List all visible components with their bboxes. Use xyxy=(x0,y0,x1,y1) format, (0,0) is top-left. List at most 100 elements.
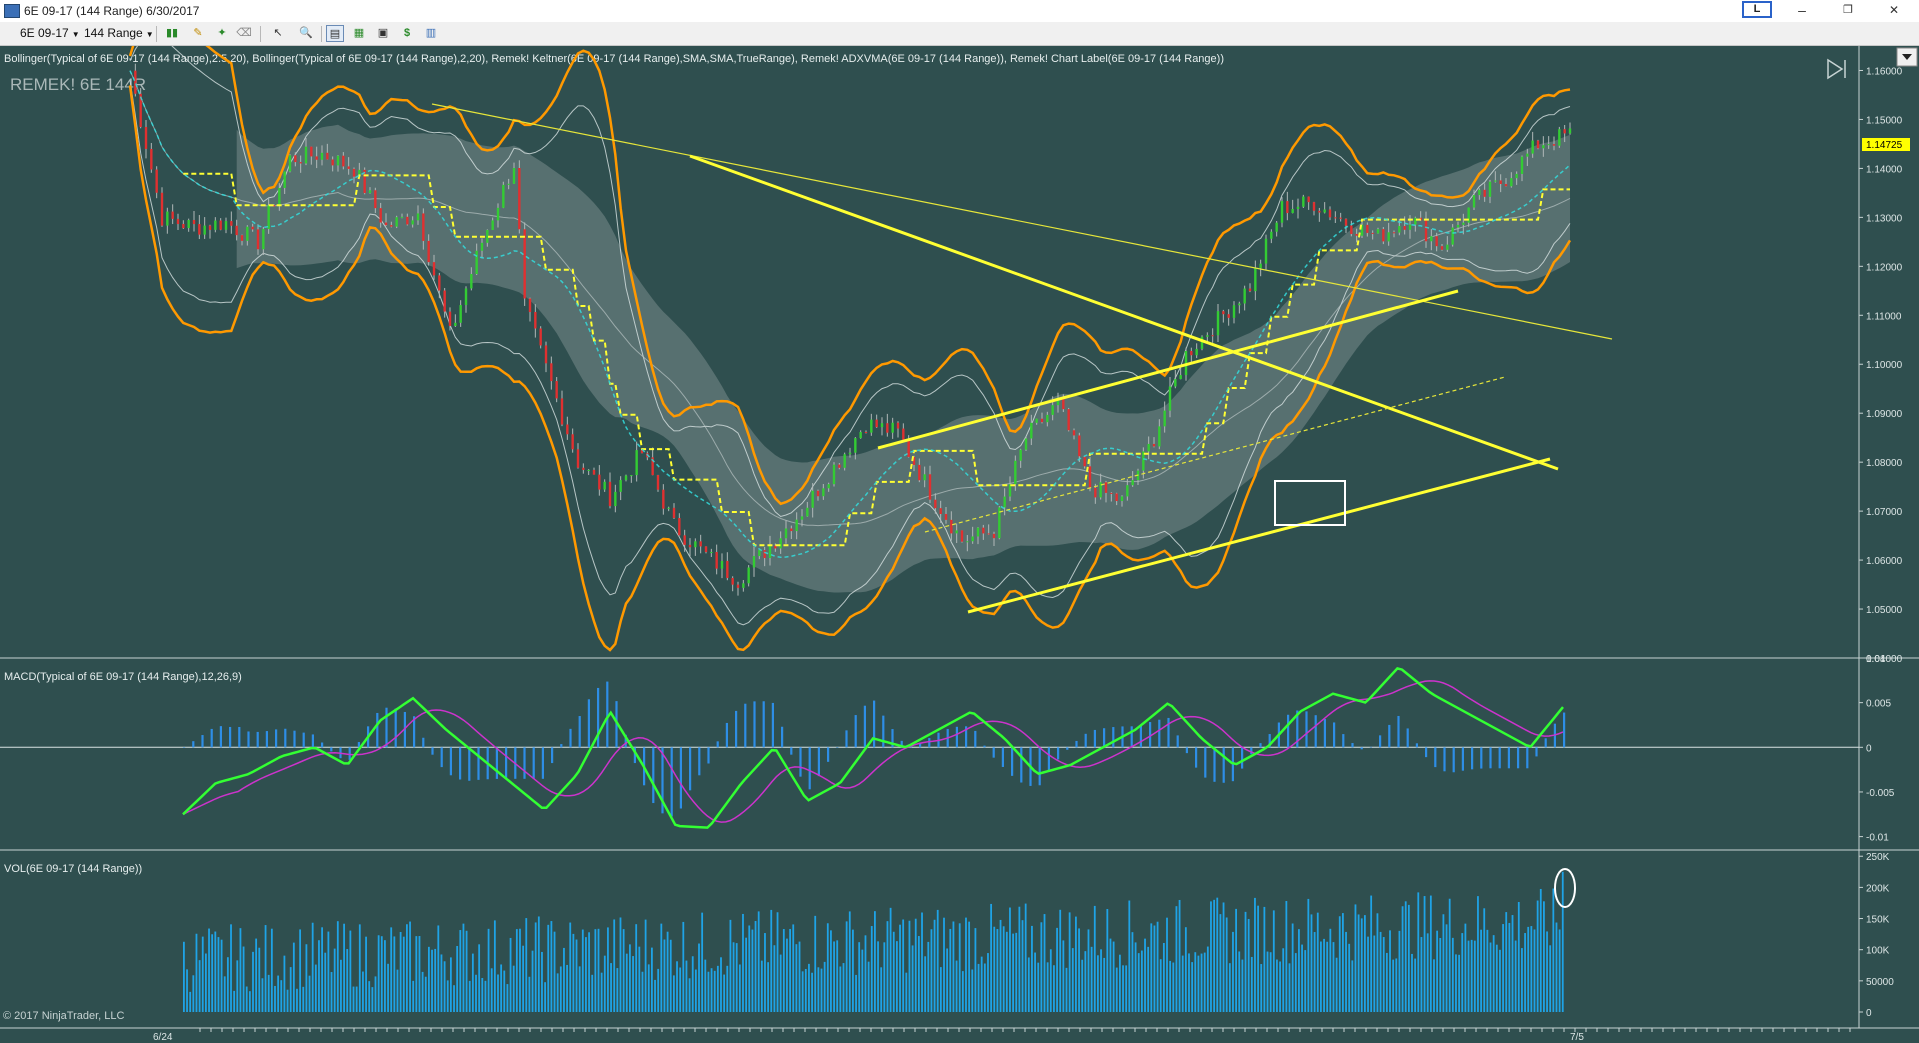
toolbar-divider xyxy=(156,26,157,42)
macd-histogram-bar xyxy=(210,728,213,748)
restore-button[interactable]: ❐ xyxy=(1825,0,1871,22)
volume-bar xyxy=(672,975,675,1012)
candle-body xyxy=(896,422,900,429)
candle-body xyxy=(1430,236,1433,242)
macd-histogram-bar xyxy=(1139,724,1142,748)
candle-body xyxy=(704,546,708,553)
interval-selector[interactable]: 144 Range ▼ xyxy=(82,25,156,42)
volume-highlight-ellipse xyxy=(1554,868,1576,908)
candle-body xyxy=(1515,173,1518,179)
volume-bar xyxy=(396,969,399,1012)
volume-bar xyxy=(399,931,402,1012)
volume-bar xyxy=(855,974,857,1012)
macd-histogram-bar xyxy=(256,731,259,748)
candle-body xyxy=(576,449,580,468)
volume-bar xyxy=(258,947,261,1012)
volume-bar xyxy=(355,986,358,1012)
volume-bar xyxy=(1009,907,1011,1012)
candle-body xyxy=(464,288,468,306)
volume-bar xyxy=(698,943,700,1012)
macd-histogram-bar xyxy=(1388,724,1391,748)
volume-bar xyxy=(349,930,352,1012)
macd-histogram-bar xyxy=(1250,747,1253,755)
skip-to-end-icon[interactable] xyxy=(1827,58,1846,80)
volume-bar xyxy=(632,956,634,1012)
volume-bar xyxy=(647,964,650,1012)
candles-icon[interactable]: ▮▮ xyxy=(161,25,183,42)
volume-bar xyxy=(1106,909,1109,1012)
candle-body xyxy=(955,530,958,534)
volume-bar xyxy=(352,986,355,1012)
chart-trader-icon[interactable]: ▣ xyxy=(374,25,392,42)
zoom-icon[interactable]: 🔍 xyxy=(297,25,315,42)
volume-bar xyxy=(770,909,773,1012)
price-tick-label: 1.14000 xyxy=(1866,164,1903,175)
close-button[interactable]: ✕ xyxy=(1871,0,1917,22)
candle-body xyxy=(1456,224,1460,228)
highlight-box[interactable] xyxy=(1274,480,1346,526)
volume-bar xyxy=(223,976,226,1012)
volume-bar xyxy=(974,928,977,1012)
volume-bar xyxy=(826,923,829,1012)
chevron-down-icon: ▼ xyxy=(71,30,80,39)
macd-histogram-bar xyxy=(293,730,296,748)
eraser-icon[interactable]: ⌫ xyxy=(235,25,253,42)
pointer-icon[interactable]: ↖ xyxy=(266,25,290,42)
macd-tick-label: -0.01 xyxy=(1866,833,1889,844)
candle-body xyxy=(294,155,297,163)
candle-body xyxy=(1435,236,1438,247)
volume-bar xyxy=(742,913,744,1012)
macd-histogram-bar xyxy=(275,729,278,748)
candle-body xyxy=(619,480,622,492)
volume-bar xyxy=(952,921,955,1012)
chart-canvas[interactable]: Bollinger(Typical of 6E 09-17 (144 Range… xyxy=(0,46,1919,1043)
chart-area[interactable]: Bollinger(Typical of 6E 09-17 (144 Range… xyxy=(0,46,1919,1043)
properties-icon[interactable]: ▤ xyxy=(326,25,344,42)
volume-bar xyxy=(823,961,826,1012)
candle-body xyxy=(1344,218,1348,226)
volume-bar xyxy=(1549,945,1552,1012)
instrument-selector[interactable]: 6E 09-17 ▼ xyxy=(18,25,82,42)
dollar-icon[interactable]: $ xyxy=(398,25,416,42)
volume-bar xyxy=(924,956,927,1012)
crosshair-icon[interactable]: ✦ xyxy=(213,25,231,42)
macd-histogram-bar xyxy=(983,745,986,748)
volume-bar xyxy=(490,968,493,1012)
volume-bar xyxy=(1150,923,1153,1012)
volume-bar xyxy=(738,964,741,1012)
minimize-button[interactable]: – xyxy=(1779,0,1825,22)
volume-bar xyxy=(804,968,807,1012)
candle-body xyxy=(1211,335,1214,337)
volume-bar xyxy=(927,941,930,1012)
macd-histogram-bar xyxy=(440,747,443,768)
candle-body xyxy=(950,519,953,534)
volume-bar xyxy=(1257,905,1259,1012)
candle-body xyxy=(374,190,377,209)
macd-histogram-bar xyxy=(799,747,802,777)
volume-bar xyxy=(1543,901,1545,1012)
macd-histogram-bar xyxy=(265,731,268,748)
macd-histogram-bar xyxy=(1001,747,1004,767)
volume-bar xyxy=(814,915,817,1012)
candle-body xyxy=(555,381,558,399)
candle-body xyxy=(656,475,660,490)
volume-bar xyxy=(685,960,688,1012)
volume-bar xyxy=(1250,956,1253,1012)
macd-histogram-bar xyxy=(762,701,765,748)
volume-bar xyxy=(1169,960,1172,1012)
strategy-icon[interactable]: ▦ xyxy=(350,25,368,42)
volume-bar xyxy=(387,963,389,1012)
candle-body xyxy=(1120,496,1124,502)
l-button[interactable]: L xyxy=(1742,1,1772,18)
candle-body xyxy=(1040,418,1044,423)
volume-bar xyxy=(1043,914,1046,1012)
candle-body xyxy=(192,220,196,225)
candle-body xyxy=(518,168,521,230)
volume-bar xyxy=(892,931,895,1012)
volume-bar xyxy=(801,971,804,1012)
pencil-icon[interactable]: ✎ xyxy=(187,25,209,42)
data-box-icon[interactable]: ▥ xyxy=(422,25,440,42)
candle-body xyxy=(838,464,841,468)
volume-bar xyxy=(1351,960,1354,1012)
panel-menu-icon[interactable] xyxy=(1896,47,1918,67)
